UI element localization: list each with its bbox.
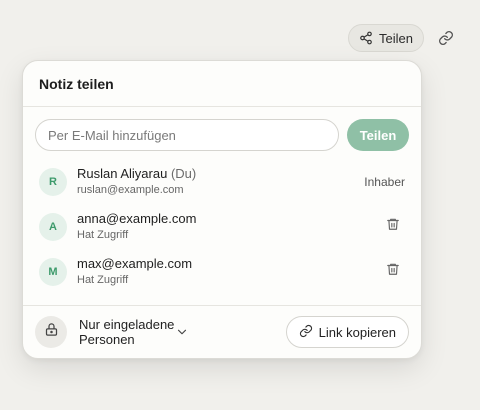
popover-title: Notiz teilen — [39, 75, 114, 92]
share-icon — [359, 31, 373, 45]
copy-link-label: Link kopieren — [318, 324, 396, 340]
you-tag: (Du) — [170, 165, 197, 181]
member-access-status: Hat Zugriff — [77, 273, 129, 286]
trash-icon — [386, 262, 400, 281]
member-row: A anna@example.com Hat Zugriff — [23, 204, 421, 249]
access-level-badge — [35, 316, 67, 348]
share-button-label: Teilen — [379, 30, 413, 46]
remove-member-button[interactable] — [381, 260, 405, 284]
member-list: R Ruslan Aliyarau (Du) ruslan@example.co… — [23, 151, 421, 294]
avatar: M — [39, 257, 67, 286]
link-icon — [299, 324, 313, 341]
share-note-popover: Notiz teilen Teilen R Ruslan Aliyarau (D… — [22, 60, 422, 359]
member-info: max@example.com Hat Zugriff — [77, 256, 381, 287]
top-toolbar: Teilen — [348, 24, 458, 52]
email-invite-input[interactable] — [35, 119, 339, 151]
member-name: Ruslan Aliyarau (Du) — [77, 166, 364, 183]
copy-link-icon-button[interactable] — [434, 26, 458, 50]
chevron-down-icon — [175, 325, 271, 339]
popover-header: Notiz teilen — [23, 61, 421, 107]
member-email: ruslan@example.com — [77, 183, 184, 196]
member-name: max@example.com — [77, 255, 193, 271]
lock-icon — [44, 322, 59, 342]
invite-share-button[interactable]: Teilen — [347, 119, 409, 151]
avatar: R — [39, 167, 67, 196]
remove-member-button[interactable] — [381, 215, 405, 239]
invite-row: Teilen — [23, 107, 421, 151]
member-row-owner: R Ruslan Aliyarau (Du) ruslan@example.co… — [23, 159, 421, 204]
access-level-label: Nur eingeladene Personen — [79, 317, 175, 347]
member-info: Ruslan Aliyarau (Du) ruslan@example.com — [77, 166, 364, 197]
popover-footer: Nur eingeladene Personen Link kopieren — [23, 305, 421, 358]
member-info: anna@example.com Hat Zugriff — [77, 211, 381, 242]
member-access-status: Hat Zugriff — [77, 228, 129, 241]
trash-icon — [386, 217, 400, 236]
access-level-select[interactable]: Nur eingeladene Personen — [79, 317, 286, 347]
member-name: anna@example.com — [77, 210, 197, 226]
avatar: A — [39, 212, 67, 241]
owner-role-label: Inhaber — [364, 174, 405, 189]
member-row: M max@example.com Hat Zugriff — [23, 249, 421, 294]
copy-link-button[interactable]: Link kopieren — [285, 316, 409, 348]
share-button[interactable]: Teilen — [348, 24, 424, 52]
link-icon — [438, 30, 454, 46]
member-name-text: Ruslan Aliyarau — [77, 165, 168, 181]
